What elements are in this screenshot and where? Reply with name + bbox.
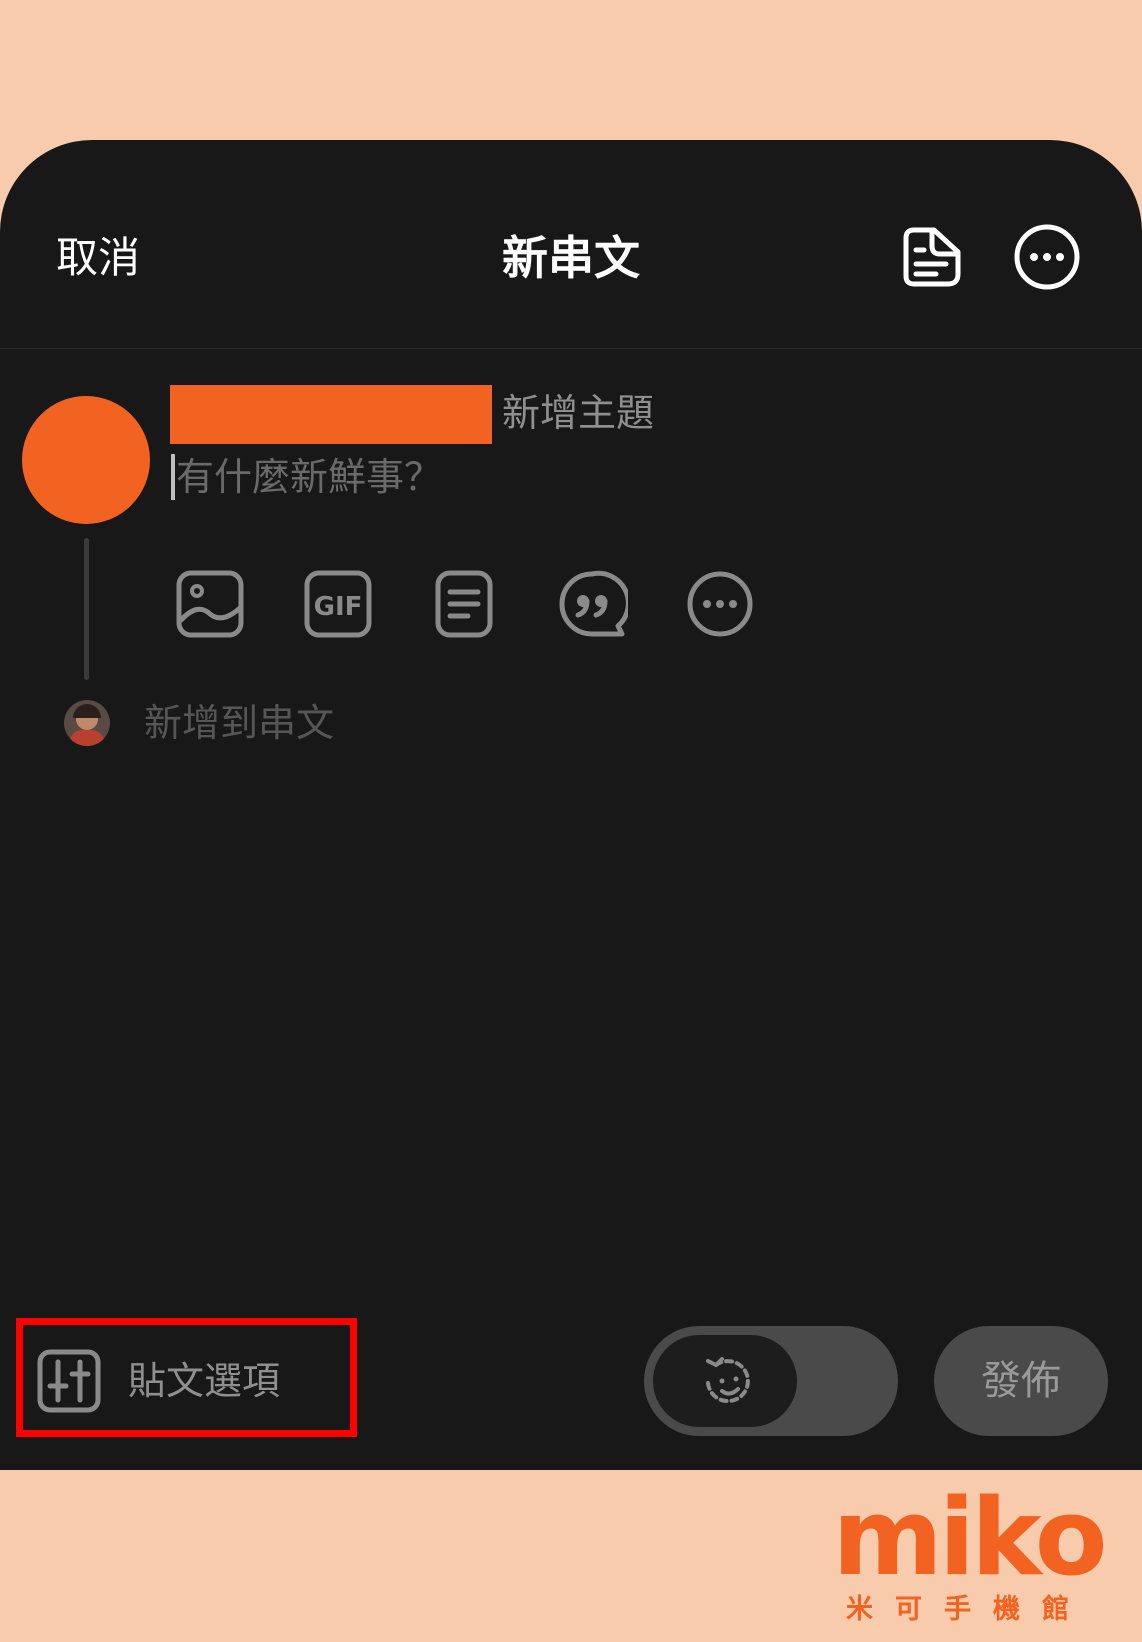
page-title: 新串文: [502, 231, 640, 285]
post-text-input[interactable]: 有什麼新鮮事？: [176, 448, 442, 506]
more-icon[interactable]: [684, 568, 756, 640]
avatar[interactable]: [22, 396, 150, 524]
miko-logo: miko: [832, 1490, 1107, 1586]
add-to-thread-button[interactable]: 新增到串文: [144, 694, 334, 752]
list-icon[interactable]: [428, 568, 500, 640]
header-divider: [0, 348, 1142, 349]
gif-icon[interactable]: GIF: [302, 568, 374, 640]
quote-icon[interactable]: [556, 568, 628, 640]
svg-text:miko: miko: [832, 1490, 1103, 1586]
highlight-box: [16, 1318, 357, 1437]
small-avatar: [64, 700, 110, 746]
ai-face-icon: [706, 1357, 750, 1404]
username-redacted: [170, 385, 492, 444]
toggle-knob: [653, 1335, 797, 1427]
thread-line: [84, 538, 89, 680]
add-topic-button[interactable]: 新增主題: [502, 384, 654, 442]
more-options-icon[interactable]: [1012, 222, 1082, 292]
text-caret: [171, 454, 175, 500]
draft-icon[interactable]: [896, 222, 966, 292]
publish-button[interactable]: 發佈: [934, 1326, 1108, 1436]
image-icon[interactable]: [174, 568, 246, 640]
svg-text:GIF: GIF: [314, 592, 363, 622]
logo-subtitle: 米可手機館: [846, 1594, 1091, 1625]
ai-label-toggle[interactable]: [644, 1326, 898, 1436]
compose-sheet: [0, 140, 1142, 1470]
